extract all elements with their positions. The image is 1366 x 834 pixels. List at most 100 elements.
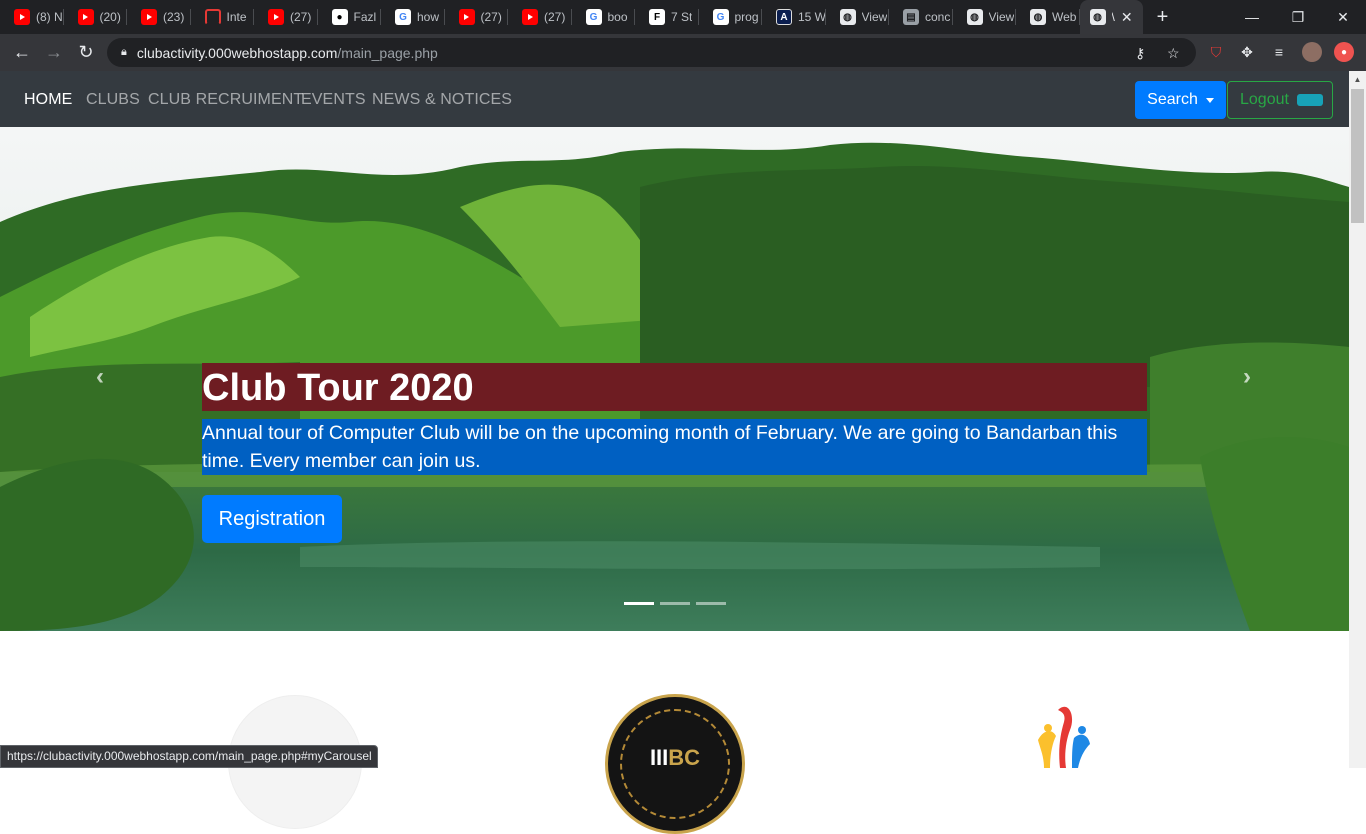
logout-button[interactable]: Logout <box>1227 81 1333 119</box>
nav-clubs[interactable]: CLUBS <box>86 91 140 109</box>
google-icon: G <box>712 9 729 25</box>
tab-title: prog <box>734 10 759 24</box>
browser-tab-strip: (8) N (20) (23) Inte (27) ● Fazl Ghow (27… <box>0 0 1366 34</box>
carousel-indicators <box>624 602 726 605</box>
tab-title: \ <box>1111 10 1115 24</box>
tab-title: Fazl <box>353 10 377 24</box>
brave-shield-icon[interactable]: ⛉ <box>1206 42 1226 62</box>
youtube-icon <box>77 9 94 25</box>
browser-tab[interactable]: (27) <box>508 0 572 34</box>
globe-icon: ◍ <box>1089 9 1106 25</box>
nav-events[interactable]: EVENTS <box>301 91 366 109</box>
browser-tab[interactable]: Inte <box>191 0 255 34</box>
carousel-next-icon[interactable]: › <box>1233 363 1261 391</box>
search-dropdown-button[interactable]: Search <box>1135 81 1226 119</box>
link-status-bar: https://clubactivity.000webhostapp.com/m… <box>0 745 378 768</box>
browser-tab[interactable]: (27) <box>254 0 318 34</box>
tab-title: Web <box>1052 10 1077 24</box>
browser-tab[interactable]: F 7 St <box>635 0 699 34</box>
logo-mark: IIIBC <box>649 745 701 770</box>
tab-title: conc <box>925 10 951 24</box>
youtube-icon <box>14 9 30 25</box>
minimize-button[interactable]: — <box>1229 0 1275 34</box>
browser-toolbar: ← → ↻ 🔒︎ clubactivity.000webhostapp.com /… <box>0 34 1366 71</box>
tab-title: (27) <box>544 10 566 24</box>
browser-tab[interactable]: (27) <box>445 0 509 34</box>
search-label: Search <box>1147 91 1198 108</box>
restore-button[interactable]: ❐ <box>1275 0 1321 34</box>
scrollbar-thumb[interactable] <box>1351 89 1364 223</box>
youtube-icon <box>458 9 475 25</box>
browser-tab[interactable]: (8) N <box>0 0 64 34</box>
carousel-indicator[interactable] <box>696 602 726 605</box>
browser-tab-active[interactable]: ◍ \ ✕ <box>1079 0 1143 34</box>
tab-title: 7 St <box>671 10 693 24</box>
internet-icon <box>204 9 221 25</box>
close-tab-icon[interactable]: ✕ <box>1121 9 1133 26</box>
media-control-icon[interactable]: ≡ <box>1269 42 1289 62</box>
carousel-caption-title: Club Tour 2020 <box>202 363 1147 411</box>
scroll-up-icon[interactable]: ▲ <box>1349 71 1366 88</box>
browser-tab[interactable]: Ghow <box>381 0 445 34</box>
tab-title: (20) <box>99 10 121 24</box>
forward-icon[interactable]: → <box>40 38 68 66</box>
browser-tab[interactable]: (23) <box>127 0 191 34</box>
tab-title: (27) <box>480 10 502 24</box>
bookmark-star-icon[interactable]: ☆ <box>1167 45 1180 62</box>
browser-tab[interactable]: ◍ Web <box>1016 0 1080 34</box>
page-scrollbar[interactable]: ▲ <box>1349 71 1366 768</box>
address-bar[interactable]: 🔒︎ clubactivity.000webhostapp.com/main_p… <box>107 38 1196 67</box>
browser-tab[interactable]: ◍ View <box>953 0 1017 34</box>
new-tab-button[interactable]: + <box>1143 0 1183 34</box>
globe-icon: ◍ <box>966 9 983 25</box>
browser-tab[interactable]: Gboo <box>572 0 636 34</box>
club-logo[interactable]: IIIBC <box>605 694 745 834</box>
avatar[interactable] <box>1302 42 1322 62</box>
nav-club-recruitment[interactable]: CLUB RECRUIMENT <box>148 91 303 109</box>
carousel-prev-icon[interactable]: ‹ <box>86 363 114 391</box>
browser-tab[interactable]: A 15 W <box>762 0 826 34</box>
url-path: /main_page.php <box>337 44 438 61</box>
browser-tab[interactable]: ▤ conc <box>889 0 953 34</box>
close-window-button[interactable]: ✕ <box>1320 0 1366 34</box>
back-icon[interactable]: ← <box>8 38 36 66</box>
tab-title: Inte <box>226 10 247 24</box>
tab-title: how <box>417 10 440 24</box>
caret-down-icon <box>1205 97 1214 103</box>
youtube-icon <box>268 9 284 25</box>
tab-title: (8) N <box>36 10 63 24</box>
browser-tab[interactable]: Gprog <box>699 0 763 34</box>
logout-label: Logout <box>1240 91 1289 108</box>
f-icon: F <box>649 9 665 25</box>
google-icon: G <box>585 9 602 25</box>
github-icon: ● <box>331 9 348 25</box>
extensions-icon[interactable]: ✥ <box>1237 42 1257 62</box>
google-icon: G <box>395 9 411 25</box>
youtube-icon <box>141 9 157 25</box>
browser-tab[interactable]: (20) <box>64 0 128 34</box>
club-logo[interactable] <box>1018 700 1098 768</box>
carousel-indicator[interactable] <box>624 602 654 605</box>
reload-icon[interactable]: ↻ <box>72 38 100 66</box>
key-icon[interactable]: ⚷ <box>1135 45 1145 62</box>
browser-tab[interactable]: ◍ View <box>826 0 890 34</box>
carousel-indicator[interactable] <box>660 602 690 605</box>
document-icon: ▤ <box>903 9 919 25</box>
browser-tab[interactable]: ● Fazl <box>318 0 382 34</box>
angular-icon: A <box>776 9 792 25</box>
hero-carousel: ‹ › Club Tour 2020 Annual tour of Comput… <box>0 127 1349 631</box>
logout-badge <box>1296 94 1323 106</box>
nav-news-notices[interactable]: NEWS & NOTICES <box>372 91 512 109</box>
registration-button[interactable]: Registration <box>202 495 342 543</box>
profile-badge-icon[interactable]: ● <box>1334 42 1354 62</box>
tab-title: (23) <box>163 10 185 24</box>
site-navbar: HOME CLUBS CLUB RECRUIMENT EVENTS NEWS &… <box>0 71 1349 127</box>
tab-title: boo <box>607 10 628 24</box>
tab-title: (27) <box>290 10 312 24</box>
youtube-icon <box>522 9 538 25</box>
carousel-caption-text: Annual tour of Computer Club will be on … <box>202 419 1147 475</box>
tab-title: View <box>861 10 888 24</box>
tab-title: 15 W <box>798 10 826 24</box>
url-host: clubactivity.000webhostapp.com <box>136 44 338 61</box>
nav-home[interactable]: HOME <box>24 91 72 109</box>
